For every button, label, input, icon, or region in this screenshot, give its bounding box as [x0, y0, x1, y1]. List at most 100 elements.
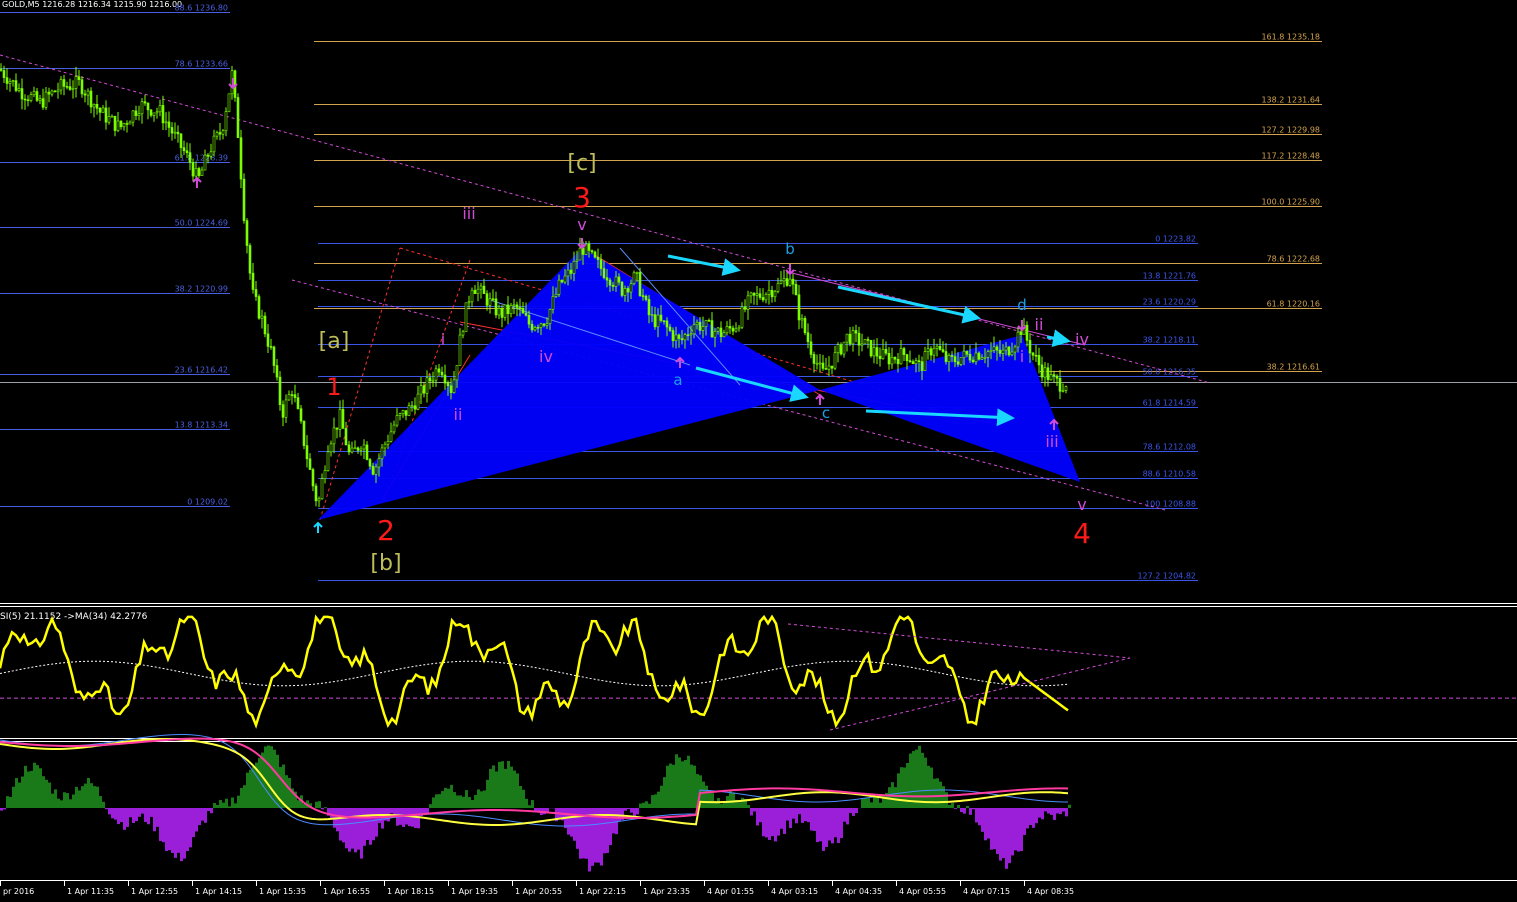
macd-bar [57, 798, 60, 808]
macd-bar [114, 808, 117, 820]
fib-orange-label: 138.2 1231.64 [1261, 96, 1320, 105]
macd-bar [1005, 808, 1008, 869]
macd-bar [42, 776, 45, 808]
candle-body [68, 86, 72, 90]
candle-body [227, 93, 231, 112]
wave-label: iii [462, 204, 475, 223]
macd-bar [780, 808, 783, 829]
candle-body [464, 302, 468, 333]
candle-body [1031, 352, 1035, 356]
fib-right-label: 38.2 1218.11 [1143, 336, 1196, 345]
fib-right-label: 23.6 1220.29 [1143, 298, 1196, 307]
candle-body [773, 291, 777, 298]
macd-bar [117, 808, 120, 825]
macd-bar [720, 803, 723, 808]
candle-body [968, 353, 972, 361]
wave-label: 4 [1073, 517, 1091, 550]
price-chart[interactable]: GOLD,M5 1216.28 1216.34 1215.90 1216.00 … [0, 0, 1517, 902]
candle-body [17, 88, 21, 91]
candle-body [767, 289, 771, 295]
macd-bar [165, 808, 168, 852]
candle-body [59, 79, 63, 91]
macd-bar [972, 808, 975, 810]
candle-body [296, 397, 300, 409]
candle-body [161, 105, 165, 124]
candle-body [185, 150, 189, 153]
macd-bar [690, 764, 693, 808]
candle-body [752, 292, 756, 296]
candle-body [41, 98, 45, 108]
candle-body [467, 301, 471, 304]
candle-body [779, 280, 783, 284]
candle-body [212, 135, 216, 153]
candle-body [446, 382, 450, 387]
candle-body [620, 281, 624, 296]
candle-body [398, 413, 402, 416]
macd-bar [486, 779, 489, 808]
candle-body [1025, 324, 1029, 341]
candle-body [224, 111, 228, 132]
macd-bar [465, 790, 468, 808]
macd-bar [978, 808, 981, 826]
candle-body [209, 151, 213, 157]
candle-body [989, 350, 993, 352]
candle-body [725, 326, 729, 334]
candle-body [461, 331, 465, 336]
macd-bar [777, 808, 780, 836]
candle-body [626, 288, 630, 293]
wave-label: [a] [319, 329, 350, 354]
candle-body [956, 361, 960, 365]
candle-body [182, 147, 186, 152]
candle-body [0, 68, 3, 71]
candle-body [632, 272, 636, 285]
macd-bar [999, 808, 1002, 861]
candle-body [302, 420, 306, 446]
candle-body [911, 361, 915, 365]
macd-bar [453, 792, 456, 808]
macd-bar [6, 796, 9, 808]
wave-label: [b] [370, 551, 401, 576]
candle-body [794, 283, 798, 296]
candle-body [482, 285, 486, 294]
candle-body [308, 458, 312, 470]
candle-body [359, 448, 363, 451]
macd-bar [234, 803, 237, 808]
macd-bar [1047, 808, 1050, 814]
candle-body [923, 351, 927, 371]
macd-bar [804, 808, 807, 822]
candle-body [1064, 386, 1068, 391]
candle-body [722, 332, 726, 338]
macd-bar [990, 808, 993, 850]
candle-body [377, 458, 381, 468]
x-tick-label: 1 Apr 12:55 [131, 887, 178, 896]
candle-body [689, 333, 693, 336]
macd-bar [867, 798, 870, 808]
candle-body [128, 121, 132, 125]
macd-bar [381, 808, 384, 829]
macd-bar [447, 788, 450, 808]
macd-bar [288, 778, 291, 808]
fib-left-label: 23.6 1216.42 [175, 366, 228, 375]
macd-bar [1050, 808, 1053, 815]
candle-body [740, 306, 744, 328]
candle-body [731, 327, 735, 332]
candle-body [608, 279, 612, 286]
candle-body [272, 346, 276, 366]
macd-bar [645, 801, 648, 808]
macd-bar [441, 791, 444, 808]
candle-body [278, 376, 282, 405]
macd-bar [525, 798, 528, 808]
candle-body [728, 326, 732, 329]
macd-bar [237, 795, 240, 808]
macd-bar [792, 808, 795, 819]
candle-body [863, 339, 867, 345]
candle-body [974, 352, 978, 363]
macd-bar [1023, 808, 1026, 835]
candle-body [95, 103, 99, 109]
candle-body [332, 427, 336, 445]
chart-window[interactable]: GOLD,M5 1216.28 1216.34 1215.90 1216.00 … [0, 0, 1517, 902]
macd-bar [1062, 808, 1065, 812]
macd-bar [351, 808, 354, 849]
x-tick-label: 4 Apr 01:55 [707, 887, 754, 896]
candle-body [47, 91, 51, 95]
